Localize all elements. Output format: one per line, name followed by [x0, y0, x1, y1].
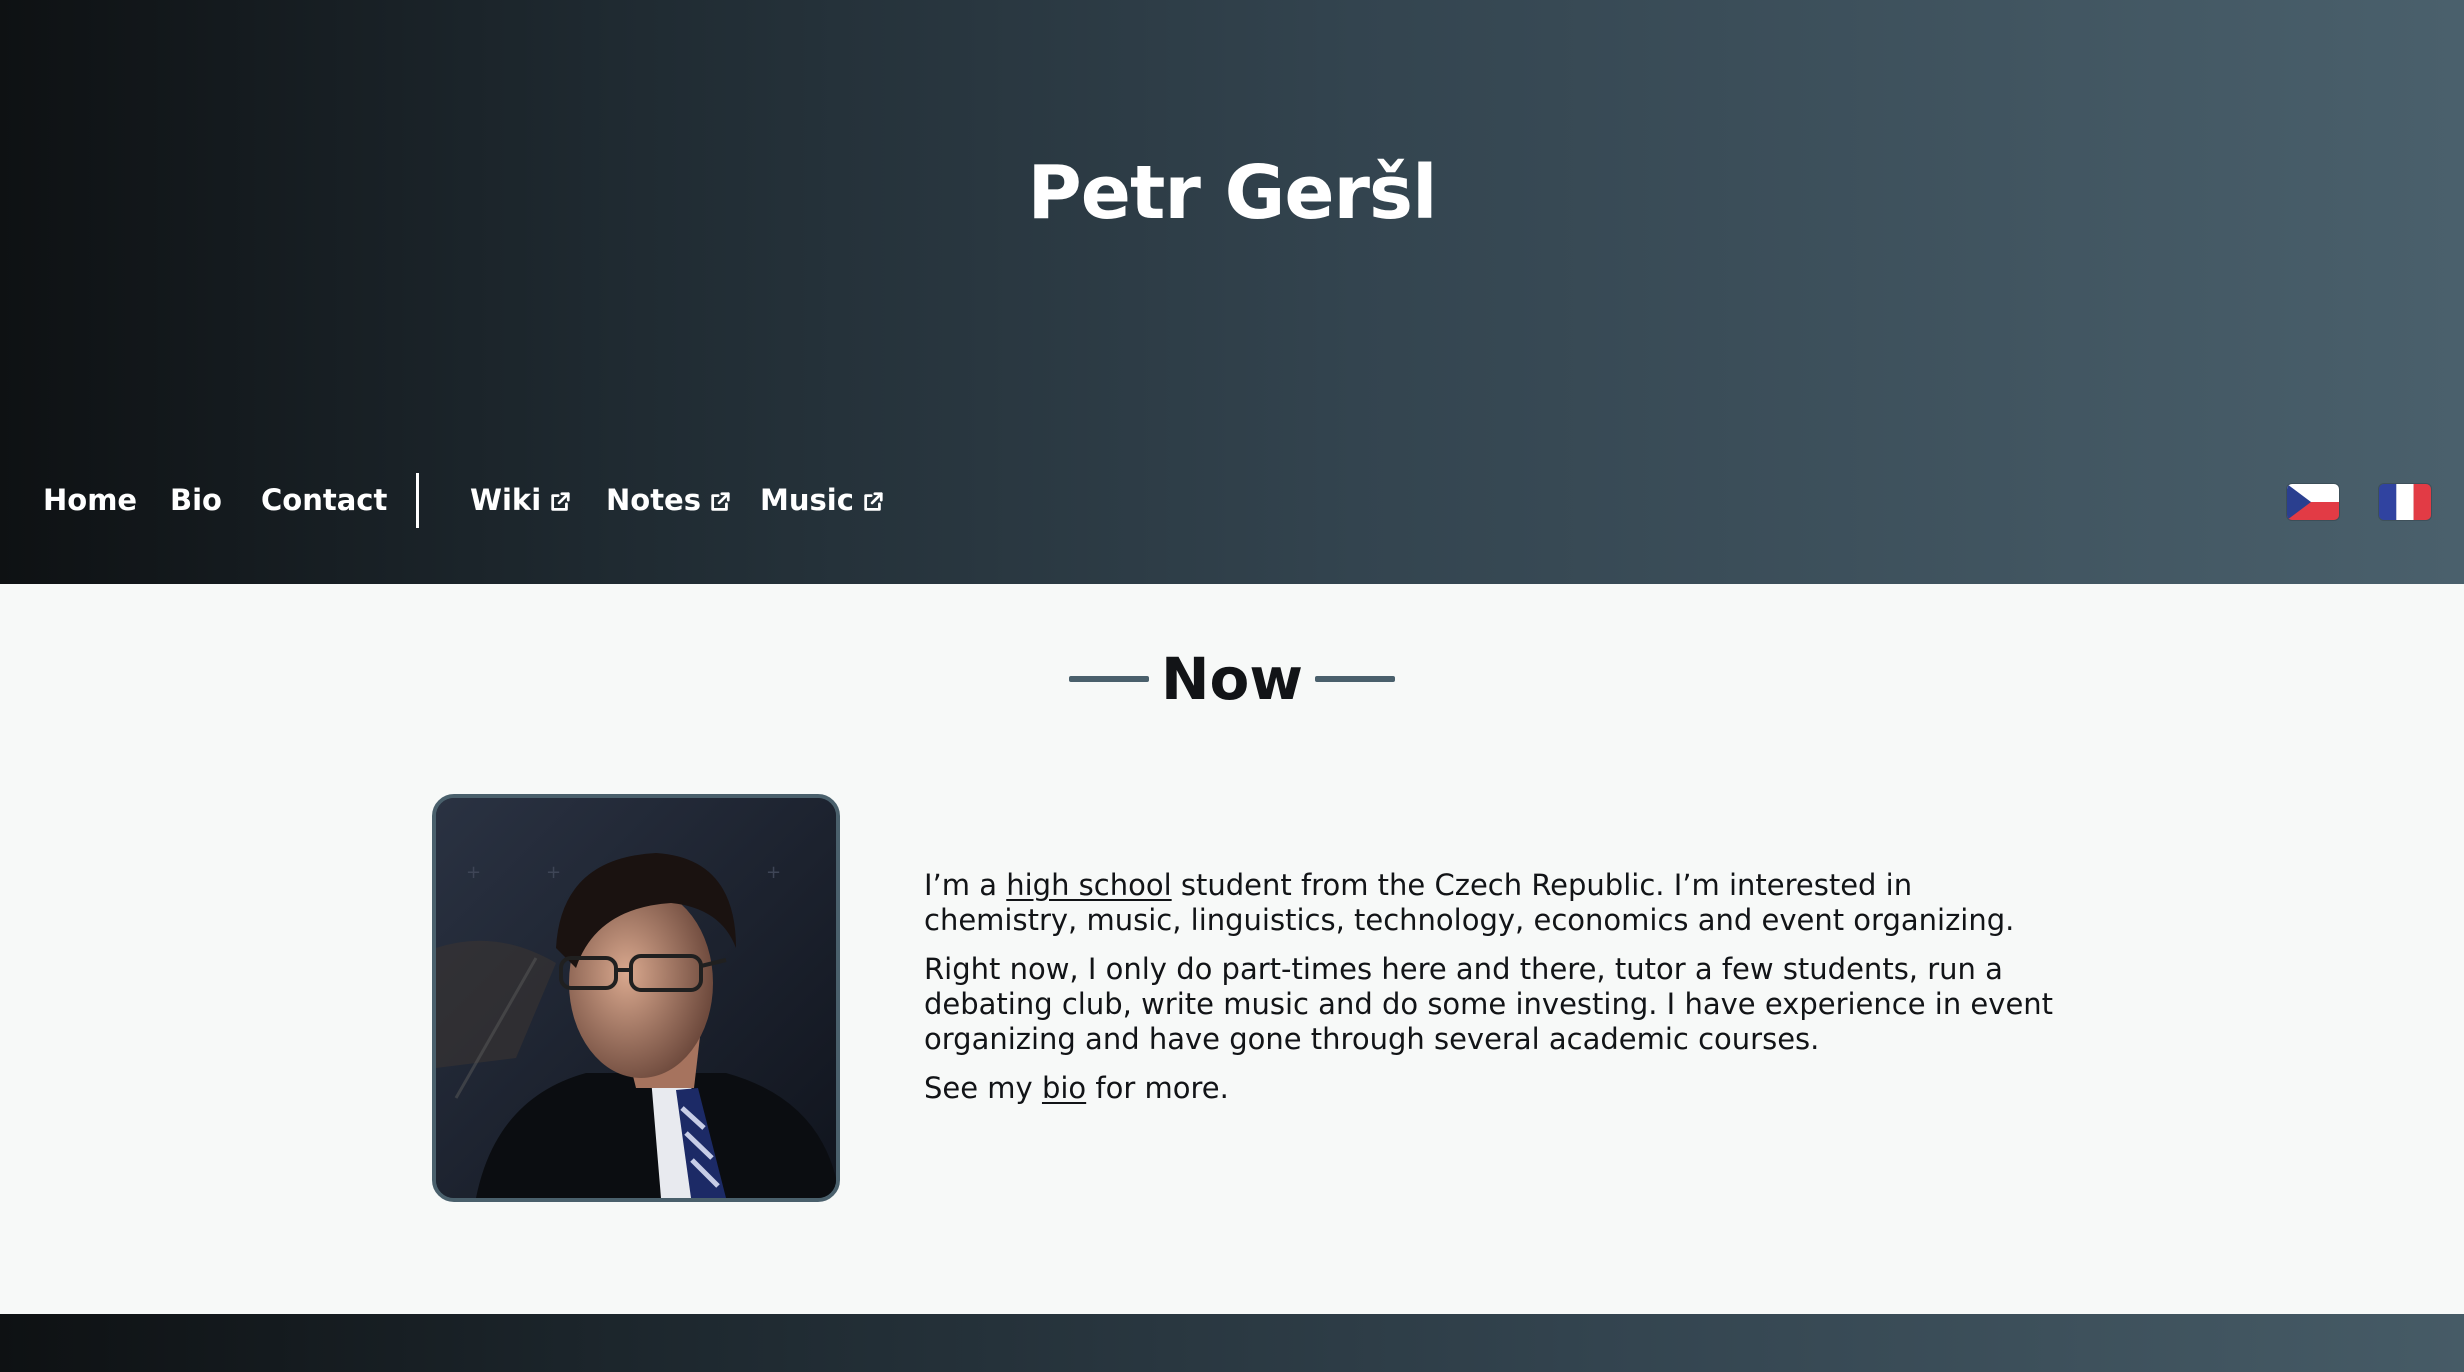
nav-bio-label: Bio: [170, 483, 222, 517]
site-header: Petr Geršl Home Bio Contact Wiki Notes M…: [0, 0, 2464, 584]
section-title: Now: [1161, 645, 1303, 713]
external-link-icon: [711, 492, 730, 511]
nav-music-label: Music: [760, 483, 854, 517]
bio-paragraph-3: See my bio for more.: [924, 1071, 2054, 1106]
footer-band: [0, 1314, 2464, 1372]
nav-bio-link[interactable]: Bio: [170, 470, 222, 530]
external-link-icon: [551, 492, 570, 511]
high-school-link[interactable]: high school: [1006, 868, 1171, 902]
heading-right-rule: [1314, 676, 1395, 682]
bio-p1-prefix: I’m a: [924, 868, 1007, 902]
bio-p3-prefix: See my: [924, 1071, 1042, 1105]
nav-notes-link[interactable]: Notes: [606, 470, 731, 530]
nav-contact-label: Contact: [261, 483, 388, 517]
svg-text:+: +: [766, 862, 781, 883]
heading-left-rule: [1069, 676, 1149, 682]
main-nav: Home Bio Contact Wiki Notes Music: [0, 470, 2464, 530]
bio-paragraph-2: Right now, I only do part-times here and…: [924, 952, 2054, 1056]
nav-notes-label: Notes: [606, 483, 701, 517]
portrait-photo: + + +: [432, 794, 840, 1202]
nav-home-link[interactable]: Home: [43, 470, 137, 530]
svg-text:+: +: [546, 862, 561, 883]
nav-divider: [416, 473, 419, 528]
site-title: Petr Geršl: [1027, 150, 1438, 236]
bio-p3-suffix: for more.: [1086, 1071, 1229, 1105]
bio-text: I’m a high school student from the Czech…: [924, 868, 2054, 1120]
bio-paragraph-1: I’m a high school student from the Czech…: [924, 868, 2054, 938]
svg-text:+: +: [466, 862, 481, 883]
section-heading: Now: [0, 636, 2464, 722]
french-flag-icon[interactable]: [2379, 484, 2431, 520]
nav-music-link[interactable]: Music: [760, 470, 884, 530]
czech-flag-icon[interactable]: [2287, 484, 2339, 520]
nav-home-label: Home: [43, 483, 138, 517]
bio-link[interactable]: bio: [1042, 1071, 1086, 1105]
external-link-icon: [864, 492, 883, 511]
nav-contact-link[interactable]: Contact: [261, 470, 387, 530]
nav-wiki-label: Wiki: [470, 483, 542, 517]
nav-wiki-link[interactable]: Wiki: [470, 470, 571, 530]
